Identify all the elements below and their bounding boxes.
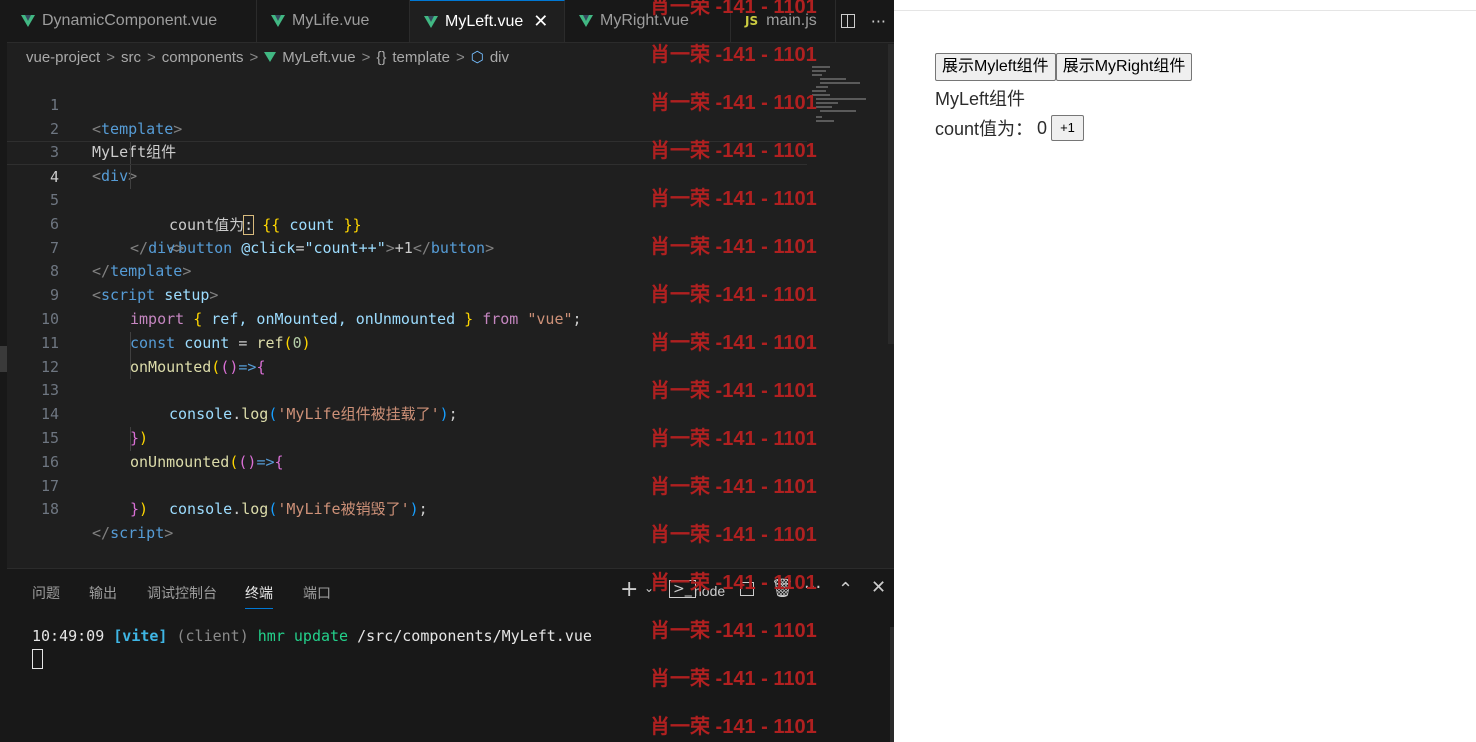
increment-button[interactable]: +1	[1051, 115, 1084, 141]
split-editor-icon[interactable]	[840, 14, 855, 28]
tab-label: DynamicComponent.vue	[42, 12, 218, 29]
panel-tab-problems[interactable]: 问题	[32, 583, 60, 603]
close-panel-icon[interactable]: ✕	[871, 577, 886, 598]
browser-preview: 展示Myleft组件 展示MyRight组件 MyLeft组件 count值为：…	[894, 0, 1476, 742]
tab-mylife[interactable]: MyLife.vue	[257, 0, 410, 42]
chevron-up-icon[interactable]: ⌃	[838, 579, 853, 600]
chevron-right-icon: >	[146, 48, 156, 66]
count-value: 0	[1037, 117, 1048, 138]
show-myleft-button[interactable]: 展示Myleft组件	[935, 53, 1056, 81]
cube-icon: ⬡	[470, 49, 484, 66]
vue-file-icon	[579, 15, 593, 27]
code-line: 2 MyLeft组件	[7, 94, 807, 162]
show-myright-button[interactable]: 展示MyRight组件	[1055, 53, 1193, 81]
panel-tab-output[interactable]: 输出	[89, 583, 117, 603]
code-area[interactable]: 1 <template> 2 MyLeft组件 3 <div> 4 count值…	[7, 70, 807, 542]
divider	[894, 10, 1476, 11]
vue-file-icon	[424, 15, 438, 28]
watermark-text: 肖一荣 -141 - 1101	[650, 524, 817, 546]
plus-icon[interactable]: +	[620, 577, 638, 602]
code-line: 5 <button @click="count++">+1</button>	[7, 165, 807, 257]
tab-label: MyRight.vue	[600, 12, 689, 29]
split-terminal-icon[interactable]	[740, 582, 754, 596]
chevron-down-icon[interactable]: ⌄	[644, 581, 654, 595]
code-line: 6 </div>	[7, 189, 807, 257]
code-line: 1 <template>	[7, 70, 807, 138]
code-line: 3 <div>	[7, 118, 807, 185]
code-line: 10 const count = ref(0)	[7, 284, 807, 352]
vue-file-icon	[264, 52, 277, 62]
bottom-panel: 问题 输出 调试控制台 终端 端口 + ⌄ >_ node 🗑 ··· ⌃ ✕ …	[7, 568, 894, 742]
count-row: count值为： 0 +1	[935, 115, 1084, 141]
code-line: 13	[7, 355, 807, 399]
tab-label: main.js	[766, 12, 817, 29]
code-editor: DynamicComponent.vue MyLife.vue MyLeft.v…	[0, 0, 894, 742]
code-line: 12 console.log('MyLife组件被挂载了');	[7, 331, 807, 423]
panel-tab-ports[interactable]: 端口	[303, 583, 331, 603]
close-icon[interactable]: ✕	[533, 11, 548, 32]
tab-myleft[interactable]: MyLeft.vue ✕	[410, 0, 565, 42]
vue-file-icon	[21, 15, 35, 27]
tab-myright[interactable]: MyRight.vue	[565, 0, 731, 42]
chevron-right-icon: >	[455, 48, 465, 66]
js-file-icon: JS	[745, 14, 759, 28]
vue-file-icon	[271, 15, 285, 27]
minimap[interactable]	[812, 66, 890, 126]
editor-actions: ···	[840, 0, 894, 42]
component-toggle-buttons: 展示Myleft组件 展示MyRight组件	[935, 53, 1193, 81]
breadcrumb: vue-project > src > components > MyLeft.…	[26, 46, 509, 68]
panel-tab-terminal[interactable]: 终端	[245, 583, 273, 609]
breadcrumb-item[interactable]: components	[162, 49, 244, 66]
breadcrumb-item[interactable]: div	[490, 49, 509, 66]
terminal-icon: >_	[669, 580, 696, 598]
tab-label: MyLeft.vue	[445, 12, 524, 30]
tab-label: MyLife.vue	[292, 12, 370, 29]
code-line: 14 })	[7, 379, 807, 447]
terminal-cursor[interactable]	[32, 649, 43, 669]
terminal-name[interactable]: node	[694, 583, 725, 599]
code-line-current: 4 count值为: {{ count }}	[7, 141, 807, 235]
chevron-right-icon: >	[361, 48, 371, 66]
chevron-right-icon: >	[106, 48, 115, 66]
code-line: 18 </script>	[7, 475, 807, 542]
line-number: 18	[40, 500, 59, 519]
code-line: 9 import { ref, onMounted, onUnmounted }…	[7, 260, 807, 328]
tab-dynamic-component[interactable]: DynamicComponent.vue	[7, 0, 257, 42]
tab-main-js[interactable]: JS main.js	[731, 0, 836, 42]
code-line: 7 </template>	[7, 213, 807, 281]
count-label: count值为：	[935, 119, 1034, 139]
code-line: 17 })	[7, 451, 807, 519]
trash-icon[interactable]: 🗑	[771, 578, 794, 599]
activity-indicator	[0, 346, 7, 372]
terminal-output-line: 10:49:09 [vite] (client) hmr update /src…	[32, 627, 592, 645]
breadcrumb-item[interactable]: template	[392, 49, 450, 66]
more-actions-icon[interactable]: ···	[871, 12, 886, 31]
breadcrumb-item[interactable]: MyLeft.vue	[282, 49, 355, 66]
panel-tab-debug-console[interactable]: 调试控制台	[147, 583, 217, 603]
braces-icon: {}	[376, 48, 387, 66]
code-line: 11 onMounted(()=>{	[7, 308, 807, 376]
code-line: 15 onUnmounted(()=>{	[7, 403, 807, 471]
breadcrumb-item[interactable]: src	[121, 49, 141, 66]
component-title: MyLeft组件	[935, 89, 1026, 109]
editor-tab-bar: DynamicComponent.vue MyLife.vue MyLeft.v…	[7, 0, 894, 43]
code-line: 16 console.log('MyLife被销毁了');	[7, 426, 807, 518]
breadcrumb-item[interactable]: vue-project	[26, 49, 100, 66]
chevron-right-icon: >	[249, 48, 259, 66]
code-line: 8 <script setup>	[7, 237, 807, 304]
more-actions-icon[interactable]: ···	[804, 577, 821, 598]
